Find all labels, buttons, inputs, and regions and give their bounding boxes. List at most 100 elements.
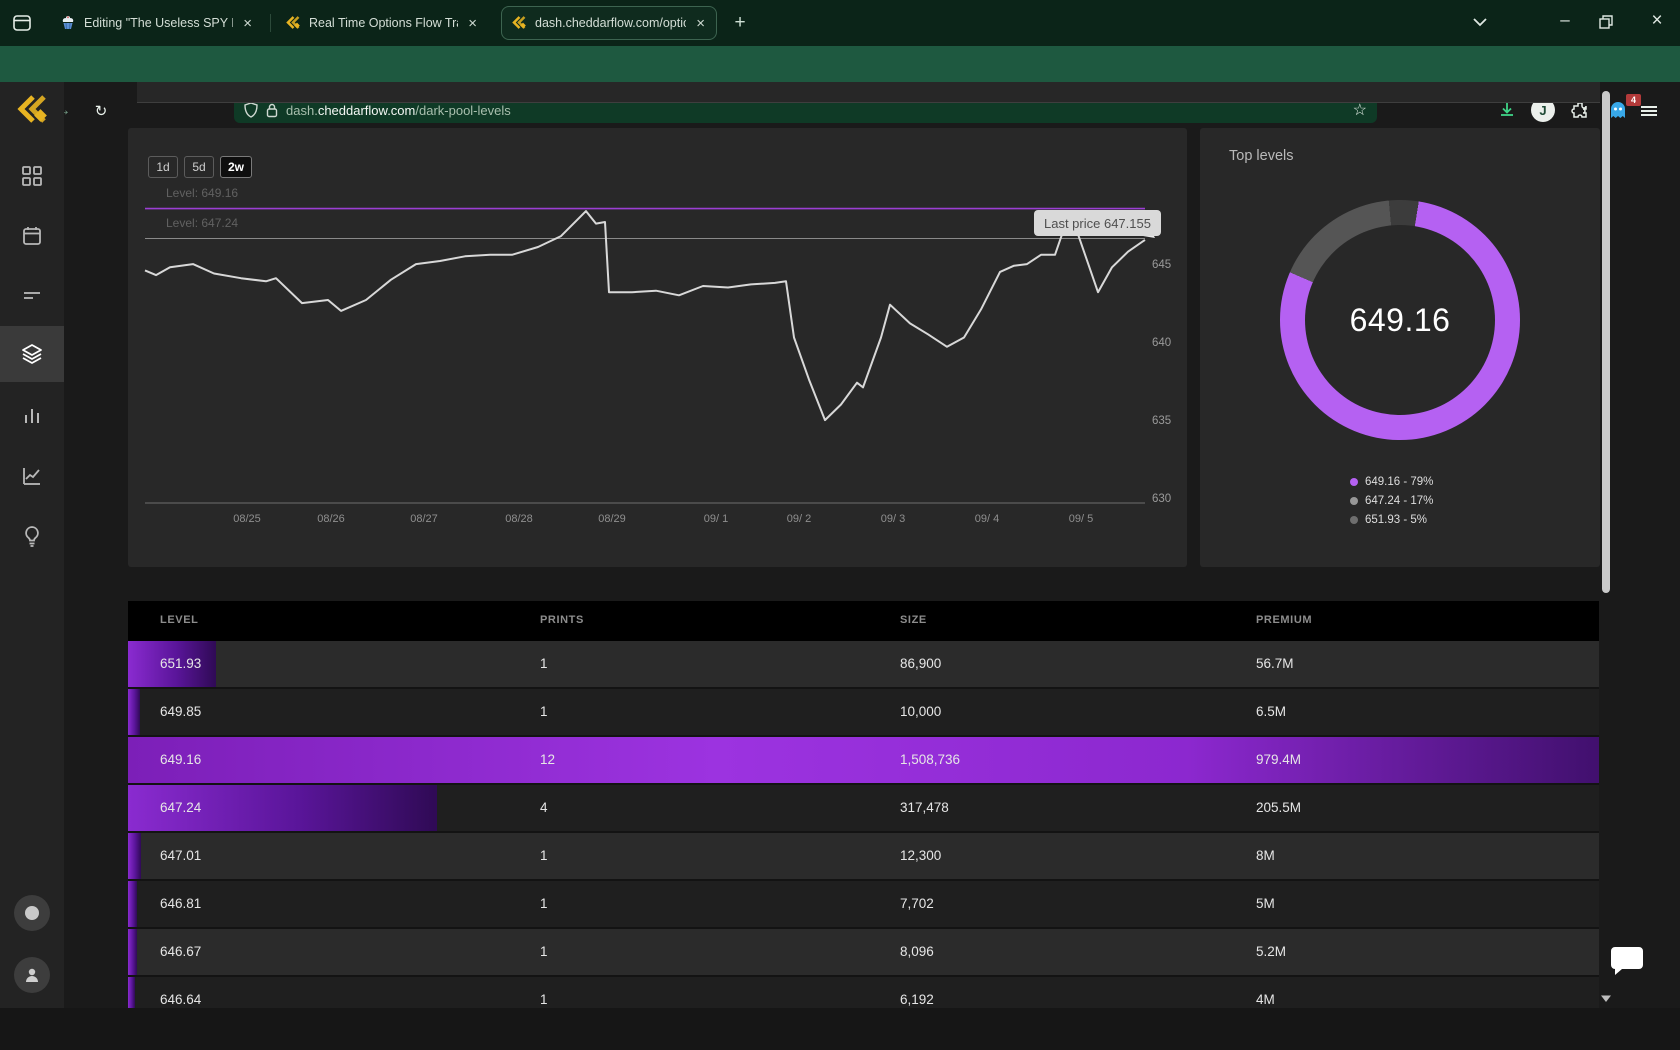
cell-size: 8,096 xyxy=(900,944,934,959)
table-header: LEVEL PRINTS SIZE PREMIUM xyxy=(128,601,1599,641)
cell-premium: 205.5M xyxy=(1256,800,1302,815)
dark-pool-chart-card: 1d 5d 2w Level: 649.16 Level: 647.24 Las… xyxy=(128,128,1187,567)
x-tick-5: 09/ 1 xyxy=(703,513,729,525)
cell-prints: 12 xyxy=(540,752,556,767)
sidebar-item-flow-feed[interactable] xyxy=(0,268,64,324)
legend-label: 651.93 - 5% xyxy=(1365,513,1428,526)
legend-dot-icon xyxy=(1350,477,1358,486)
bar-chart-icon xyxy=(25,409,39,423)
scrollbar-down-arrow[interactable] xyxy=(1600,994,1612,1003)
bookmark-star-icon[interactable]: ☆ xyxy=(1353,100,1367,120)
windows-taskbar: Type here to search 65°F Cloudy xyxy=(0,1008,1680,1050)
cell-prints: 4 xyxy=(540,800,548,815)
url-text[interactable]: dash.cheddarflow.com/dark-pool-levels xyxy=(286,103,1345,118)
column-header-level: LEVEL xyxy=(160,614,199,626)
chat-bubble-icon xyxy=(1611,947,1643,975)
x-tick-3: 08/28 xyxy=(505,513,533,525)
sidebar-item-ideas[interactable] xyxy=(0,508,64,564)
cell-premium: 979.4M xyxy=(1256,752,1302,767)
column-header-premium: PREMIUM xyxy=(1256,614,1313,626)
y-tick-630: 630 xyxy=(1152,492,1172,505)
legend-label: 647.24 - 17% xyxy=(1365,494,1434,507)
menu-hamburger-icon[interactable] xyxy=(1641,96,1669,124)
table-row-649.85[interactable]: 649.85 1 10,000 6.5M xyxy=(128,689,1599,737)
shield-icon[interactable] xyxy=(244,102,258,118)
sidebar-item-volume-charts[interactable] xyxy=(0,388,64,444)
reload-button[interactable]: ↻ xyxy=(88,98,114,124)
lightbulb-icon xyxy=(25,526,39,547)
list-all-tabs-icon[interactable] xyxy=(1472,16,1488,28)
page-scrollbar-thumb[interactable] xyxy=(1602,91,1610,593)
cell-prints: 1 xyxy=(540,944,548,959)
x-tick-8: 09/ 4 xyxy=(974,513,1000,525)
tab-title: dash.cheddarflow.com/options- xyxy=(535,16,686,30)
tab-close-icon[interactable]: × xyxy=(241,16,254,31)
cell-prints: 1 xyxy=(540,848,548,863)
lock-icon[interactable] xyxy=(266,103,278,118)
chat-widget-button[interactable] xyxy=(1608,942,1646,980)
cell-level: 646.67 xyxy=(160,944,202,959)
table-row-649.16[interactable]: 649.16 12 1,508,736 979.4M xyxy=(128,737,1599,785)
table-row-647.01[interactable]: 647.01 1 12,300 8M xyxy=(128,833,1599,881)
sidebar-item-trend-charts[interactable] xyxy=(0,448,64,504)
close-window-button[interactable]: × xyxy=(1641,10,1673,32)
grid-icon xyxy=(22,166,42,186)
cell-size: 1,508,736 xyxy=(900,752,961,767)
premium-bar xyxy=(128,881,137,927)
browser-tab-bar: Editing "The Useless SPY Report" × Real … xyxy=(0,0,1680,46)
cheddarflow-favicon xyxy=(511,15,527,31)
user-avatar-button[interactable] xyxy=(14,957,50,993)
cell-size: 86,900 xyxy=(900,656,942,671)
status-dot-button[interactable] xyxy=(14,895,50,931)
cell-level: 646.81 xyxy=(160,896,202,911)
table-row-646.64[interactable]: 646.64 1 6,192 4M xyxy=(128,977,1599,1008)
tab-dashboard-active[interactable]: dash.cheddarflow.com/options- × xyxy=(501,6,717,40)
x-tick-1: 08/26 xyxy=(317,513,345,525)
x-tick-6: 09/ 2 xyxy=(786,513,812,525)
firefox-view-icon[interactable] xyxy=(10,11,34,35)
minimize-button[interactable]: – xyxy=(1549,10,1581,30)
tab-spy-report[interactable]: Editing "The Useless SPY Report" × xyxy=(51,6,263,40)
cell-level: 649.85 xyxy=(160,704,202,719)
premium-bar xyxy=(128,929,137,975)
legend-dot-icon xyxy=(1350,496,1358,505)
x-tick-0: 08/25 xyxy=(233,513,261,525)
sidebar-item-dashboard[interactable] xyxy=(0,148,64,204)
cheddarflow-favicon xyxy=(285,15,301,31)
new-tab-button[interactable]: + xyxy=(728,12,752,34)
y-tick-645: 645 xyxy=(1152,258,1172,271)
x-tick-2: 08/27 xyxy=(410,513,438,525)
cell-size: 12,300 xyxy=(900,848,942,863)
tab-options-flow[interactable]: Real Time Options Flow Tracking × xyxy=(276,6,488,40)
cupcake-favicon xyxy=(60,15,76,31)
top-levels-card: Top levels 649.16 649.16 - 79% 647.24 - 1… xyxy=(1200,128,1600,567)
levels-table: LEVEL PRINTS SIZE PREMIUM 651.93 1 86,900 5… xyxy=(128,601,1599,1008)
premium-bar xyxy=(128,977,136,1008)
tab-separator xyxy=(270,14,271,32)
tab-close-icon[interactable]: × xyxy=(694,16,707,31)
cheddarflow-logo[interactable] xyxy=(15,94,49,126)
cell-premium: 6.5M xyxy=(1256,704,1287,719)
sidebar xyxy=(0,82,64,1008)
person-icon xyxy=(26,968,38,982)
cell-prints: 1 xyxy=(540,656,548,671)
table-row-646.67[interactable]: 646.67 1 8,096 5.2M xyxy=(128,929,1599,977)
tab-close-icon[interactable]: × xyxy=(466,16,479,31)
table-row-646.81[interactable]: 646.81 1 7,702 5M xyxy=(128,881,1599,929)
layers-icon xyxy=(22,344,42,364)
cell-prints: 1 xyxy=(540,992,548,1007)
table-row-651.93[interactable]: 651.93 1 86,900 56.7M xyxy=(128,641,1599,689)
dot-icon xyxy=(25,906,39,920)
x-tick-7: 09/ 3 xyxy=(880,513,906,525)
x-tick-4: 08/29 xyxy=(598,513,626,525)
table-row-647.24[interactable]: 647.24 4 317,478 205.5M xyxy=(128,785,1599,833)
cell-size: 7,702 xyxy=(900,896,934,911)
legend-item-2: 651.93 - 5% xyxy=(1350,510,1427,529)
cell-level: 647.24 xyxy=(160,800,202,815)
legend-dot-icon xyxy=(1350,515,1358,524)
last-price-tooltip: Last price 647.155 xyxy=(1034,210,1161,236)
sidebar-item-dark-pool-levels[interactable] xyxy=(0,326,64,382)
sidebar-item-calendar[interactable] xyxy=(0,208,64,264)
extension-badge: 4 xyxy=(1626,94,1641,106)
restore-button[interactable] xyxy=(1598,14,1614,30)
